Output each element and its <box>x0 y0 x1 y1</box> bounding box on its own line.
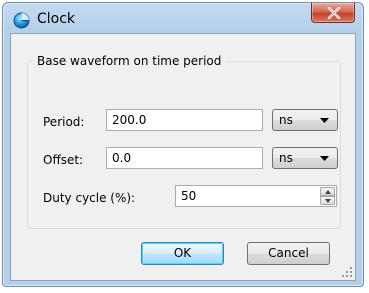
clock-dialog: Clock Base waveform on time period Perio… <box>2 2 364 287</box>
ok-button[interactable]: OK <box>141 242 224 265</box>
spin-up-icon <box>325 190 331 194</box>
chevron-down-icon <box>320 156 329 161</box>
duty-cycle-value[interactable]: 50 <box>181 189 196 203</box>
period-unit-select[interactable]: ns <box>272 109 338 131</box>
period-unit-value: ns <box>279 113 293 127</box>
offset-unit-value: ns <box>279 151 293 165</box>
offset-input[interactable] <box>106 147 263 169</box>
group-title: Base waveform on time period <box>33 54 226 68</box>
offset-label: Offset: <box>43 153 84 167</box>
duty-cycle-spinbox[interactable]: 50 <box>175 185 337 207</box>
dialog-body: Base waveform on time period Period: ns … <box>10 33 356 281</box>
chevron-down-icon <box>320 118 329 123</box>
close-button[interactable] <box>311 3 355 23</box>
period-label: Period: <box>43 115 85 129</box>
spin-down-button[interactable] <box>320 196 335 205</box>
title-bar[interactable]: Clock <box>3 3 363 33</box>
cancel-button[interactable]: Cancel <box>247 242 330 265</box>
resize-grip-icon[interactable] <box>342 267 353 278</box>
spin-buttons <box>320 187 335 205</box>
spin-up-button[interactable] <box>320 187 335 196</box>
clock-app-icon <box>13 12 30 29</box>
window-title: Clock <box>37 11 76 27</box>
duty-cycle-label: Duty cycle (%): <box>43 191 136 205</box>
spin-down-icon <box>325 199 331 203</box>
close-icon <box>327 7 341 19</box>
offset-unit-select[interactable]: ns <box>272 147 338 169</box>
period-input[interactable] <box>106 109 263 131</box>
